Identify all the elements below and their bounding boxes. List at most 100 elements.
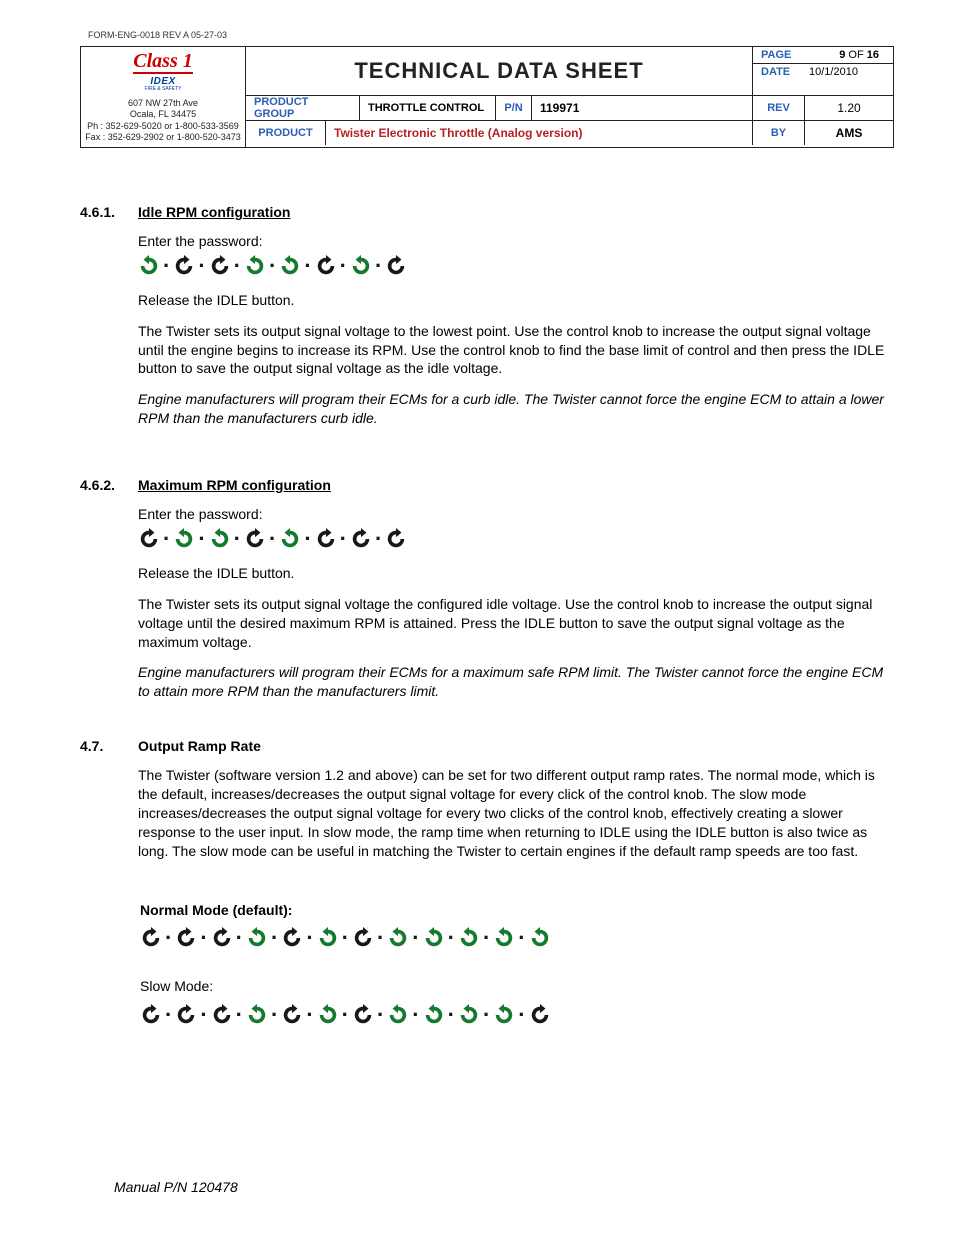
cw-arrow-icon [352,927,374,949]
separator-dot-icon: · [375,255,382,277]
cw-arrow-icon [529,1004,551,1026]
header-logo-block: Class 1 IDEX FIRE & SAFETY 607 NW 27th A… [81,47,246,147]
ccw-arrow-icon [279,255,301,277]
ccw-arrow-icon [350,255,372,277]
separator-dot-icon: · [448,1004,455,1026]
separator-dot-icon: · [377,927,384,949]
cw-arrow-icon [244,528,266,550]
cw-arrow-icon [281,927,303,949]
cw-arrow-icon [175,1004,197,1026]
section-4-6-2-title: Maximum RPM configuration [138,476,894,495]
footer-manual-pn: Manual P/N 120478 [114,1179,238,1195]
separator-dot-icon: · [518,1004,525,1026]
separator-dot-icon: · [304,528,311,550]
separator-dot-icon: · [234,528,241,550]
company-address: 607 NW 27th Ave Ocala, FL 34475 Ph : 352… [85,98,241,143]
cw-arrow-icon [211,1004,233,1026]
page-total: 16 [867,49,879,61]
separator-dot-icon: · [448,927,455,949]
cw-arrow-icon [350,528,372,550]
separator-dot-icon: · [342,1004,349,1026]
separator-dot-icon: · [375,528,382,550]
separator-dot-icon: · [271,1004,278,1026]
date-label: DATE [761,66,795,78]
separator-dot-icon: · [306,1004,313,1026]
password-sequence-4-6-1: ······· [138,255,894,277]
product-label: PRODUCT [246,121,326,145]
section-4-6-1: 4.6.1. Idle RPM configuration Enter the … [80,203,894,440]
separator-dot-icon: · [377,1004,384,1026]
logo-class1: Class 1 [133,51,192,74]
password-sequence-4-6-2: ······· [138,528,894,550]
separator-dot-icon: · [163,255,170,277]
ccw-arrow-icon [458,927,480,949]
section-4-7-title: Output Ramp Rate [138,737,894,756]
doc-title: TECHNICAL DATA SHEET [246,47,753,95]
ccw-arrow-icon [317,1004,339,1026]
separator-dot-icon: · [412,927,419,949]
ccw-arrow-icon [458,1004,480,1026]
cw-arrow-icon [138,528,160,550]
ccw-arrow-icon [493,927,515,949]
ccw-arrow-icon [317,927,339,949]
separator-dot-icon: · [234,255,241,277]
separator-dot-icon: · [269,255,276,277]
ccw-arrow-icon [387,927,409,949]
header-table: Class 1 IDEX FIRE & SAFETY 607 NW 27th A… [80,46,894,148]
form-id: FORM-ENG-0018 REV A 05-27-03 [88,30,894,40]
password-sequence-slow: · · · · · · · · · · · [140,1004,894,1026]
section-4-6-1-title: Idle RPM configuration [138,203,894,222]
separator-dot-icon: · [340,255,347,277]
cw-arrow-icon [175,927,197,949]
by-value: AMS [805,121,893,145]
cw-arrow-icon [209,255,231,277]
cw-arrow-icon [385,255,407,277]
separator-dot-icon: · [518,927,525,949]
cw-arrow-icon [140,927,162,949]
separator-dot-icon: · [198,528,205,550]
ccw-arrow-icon [423,1004,445,1026]
cw-arrow-icon [352,1004,374,1026]
pn-label: P/N [496,96,532,120]
product-group-label: PRODUCT GROUP [246,96,360,120]
cw-arrow-icon [385,528,407,550]
rev-value: 1.20 [805,96,893,120]
page-current: 9 [839,49,845,61]
separator-dot-icon: · [198,255,205,277]
ccw-arrow-icon [244,255,266,277]
by-label: BY [753,121,805,145]
ccw-arrow-icon [173,528,195,550]
cw-arrow-icon [211,927,233,949]
normal-mode-block: Normal Mode (default): ··········· [140,901,894,964]
product-group-value: THROTTLE CONTROL [360,96,496,120]
ccw-arrow-icon [279,528,301,550]
pn-value: 119971 [532,96,753,120]
separator-dot-icon: · [306,927,313,949]
slow-mode-block: Slow Mode: ··········· [140,977,894,1040]
section-4-6-2: 4.6.2. Maximum RPM configuration Enter t… [80,476,894,713]
ccw-arrow-icon [138,255,160,277]
section-4-7: 4.7. Output Ramp Rate The Twister (softw… [80,737,894,872]
cw-arrow-icon [315,528,337,550]
date-value: 10/1/2010 [795,66,858,78]
ccw-arrow-icon [529,927,551,949]
separator-dot-icon: · [236,1004,243,1026]
separator-dot-icon: · [163,528,170,550]
separator-dot-icon: · [412,1004,419,1026]
logo-idex-sub: FIRE & SAFETY [145,87,182,92]
separator-dot-icon: · [269,528,276,550]
rev-label: REV [753,96,805,120]
body-content: 4.6.1. Idle RPM configuration Enter the … [80,203,894,1040]
separator-dot-icon: · [165,1004,172,1026]
cw-arrow-icon [173,255,195,277]
cw-arrow-icon [140,1004,162,1026]
separator-dot-icon: · [271,927,278,949]
ccw-arrow-icon [423,927,445,949]
separator-dot-icon: · [165,927,172,949]
separator-dot-icon: · [200,1004,207,1026]
ccw-arrow-icon [246,1004,268,1026]
separator-dot-icon: · [483,1004,490,1026]
ccw-arrow-icon [387,1004,409,1026]
password-sequence-normal: ··········· [140,927,894,949]
cw-arrow-icon [315,255,337,277]
